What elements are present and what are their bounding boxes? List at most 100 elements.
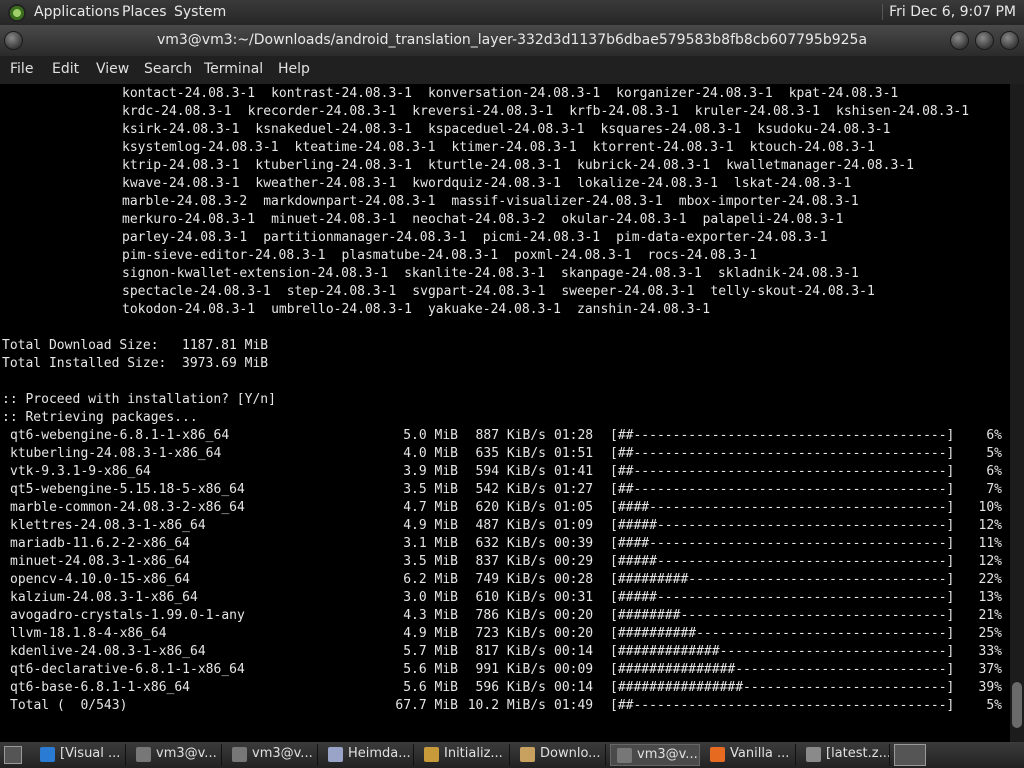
- download-progress-bar: [#####----------------------------------…: [610, 554, 955, 569]
- download-speed: 786 KiB/s: [475, 608, 546, 623]
- terminal-scrollbar[interactable]: [1010, 84, 1024, 742]
- package-name: ksystemlog-24.08.3-1: [122, 140, 279, 155]
- taskbar-button[interactable]: [latest.z...: [800, 744, 890, 766]
- package-name: zanshin-24.08.3-1: [577, 302, 711, 317]
- taskbar-button-label: Heimda...: [348, 746, 411, 761]
- download-size: 3.1 MiB: [403, 536, 458, 551]
- package-name: spectacle-24.08.3-1: [122, 284, 271, 299]
- package-name: plasmatube-24.08.3-1: [341, 248, 499, 263]
- places-menu[interactable]: Places: [122, 4, 167, 20]
- download-progress-bar: [##-------------------------------------…: [610, 428, 955, 443]
- package-line: pim-sieve-editor-24.08.3-1 plasmatube-24.…: [122, 247, 773, 265]
- download-package-name: avogadro-crystals-1.99.0-1-any: [10, 608, 245, 623]
- taskbar-button[interactable]: vm3@v...: [226, 744, 318, 766]
- distro-logo-icon[interactable]: [8, 4, 26, 22]
- menu-search[interactable]: Search: [144, 61, 192, 77]
- package-name: kwave-24.08.3-1: [122, 176, 240, 191]
- terminal-icon: [136, 747, 151, 762]
- download-eta: 00:28: [554, 572, 594, 587]
- download-package-name: kdenlive-24.08.3-1-x86_64: [10, 644, 206, 659]
- taskbar-button-label: vm3@v...: [252, 746, 313, 761]
- retrieving-packages: :: Retrieving packages...: [2, 410, 198, 425]
- taskbar-button[interactable]: [Visual ...: [34, 744, 126, 766]
- minimize-button[interactable]: [950, 31, 969, 50]
- download-percent: 6%: [986, 464, 1002, 479]
- package-name: korganizer-24.08.3-1: [616, 86, 773, 101]
- show-desktop-icon[interactable]: [4, 746, 22, 764]
- download-eta: 00:20: [554, 626, 594, 641]
- package-name: kweather-24.08.3-1: [255, 176, 397, 191]
- clock[interactable]: Fri Dec 6, 9:07 PM: [882, 4, 1024, 20]
- taskbar-button[interactable]: vm3@v...: [610, 744, 700, 766]
- package-line: signon-kwallet-extension-24.08.3-1 skanli…: [122, 265, 875, 283]
- download-percent: 25%: [978, 626, 1002, 641]
- download-progress-bar: [##########-----------------------------…: [610, 626, 955, 641]
- download-package-name: Total ( 0/543): [10, 698, 128, 713]
- download-size: 5.7 MiB: [403, 644, 458, 659]
- terminal-icon: [232, 747, 247, 762]
- download-package-name: qt5-webengine-5.15.18-5-x86_64: [10, 482, 245, 497]
- download-eta: 01:51: [554, 446, 594, 461]
- package-line: parley-24.08.3-1 partitionmanager-24.08.3…: [122, 229, 843, 247]
- menu-terminal[interactable]: Terminal: [204, 61, 263, 77]
- menu-help[interactable]: Help: [278, 61, 310, 77]
- download-size: 67.7 MiB: [395, 698, 458, 713]
- menu-file[interactable]: File: [10, 61, 33, 77]
- download-package-name: llvm-18.1.8-4-x86_64: [10, 626, 167, 641]
- scrollbar-thumb[interactable]: [1012, 682, 1022, 728]
- maximize-button[interactable]: [975, 31, 994, 50]
- download-eta: 01:27: [554, 482, 594, 497]
- package-name: skanlite-24.08.3-1: [404, 266, 545, 281]
- download-speed: 723 KiB/s: [475, 626, 546, 641]
- taskbar-button[interactable]: vm3@v...: [130, 744, 222, 766]
- download-package-name: minuet-24.08.3-1-x86_64: [10, 554, 191, 569]
- download-size: 4.7 MiB: [403, 500, 458, 515]
- download-eta: 00:14: [554, 644, 594, 659]
- download-package-name: ktuberling-24.08.3-1-x86_64: [10, 446, 222, 461]
- download-eta: 00:31: [554, 590, 594, 605]
- taskbar-button[interactable]: Initializ...: [418, 744, 510, 766]
- window-titlebar[interactable]: vm3@vm3:~/Downloads/android_translation_…: [0, 25, 1024, 56]
- terminal-output[interactable]: kontact-24.08.3-1 kontrast-24.08.3-1 konve…: [0, 84, 1010, 742]
- download-progress-bar: [#####----------------------------------…: [610, 590, 955, 605]
- download-package-name: qt6-declarative-6.8.1-1-x86_64: [10, 662, 245, 677]
- package-name: merkuro-24.08.3-1: [122, 212, 256, 227]
- package-name: pim-data-exporter-24.08.3-1: [616, 230, 828, 245]
- folder-icon: [520, 747, 535, 762]
- package-name: skladnik-24.08.3-1: [717, 266, 859, 281]
- package-name: kshisen-24.08.3-1: [836, 104, 970, 119]
- workspace-switcher-icon[interactable]: [894, 744, 926, 766]
- download-package-name: mariadb-11.6.2-2-x86_64: [10, 536, 191, 551]
- package-name: massif-visualizer-24.08.3-1: [451, 194, 663, 209]
- download-percent: 5%: [986, 698, 1002, 713]
- file-manager-icon: [328, 747, 343, 762]
- total-download-size: Total Download Size: 1187.81 MiB: [2, 338, 269, 353]
- menu-view[interactable]: View: [96, 61, 129, 77]
- system-menu[interactable]: System: [174, 4, 226, 20]
- close-button[interactable]: [1000, 31, 1019, 50]
- download-speed: 596 KiB/s: [475, 680, 546, 695]
- taskbar-button[interactable]: Downlo...: [514, 744, 606, 766]
- download-speed: 887 KiB/s: [475, 428, 546, 443]
- package-name: kontrast-24.08.3-1: [271, 86, 412, 101]
- download-progress-bar: [##-------------------------------------…: [610, 464, 955, 479]
- download-package-name: kalzium-24.08.3-1-x86_64: [10, 590, 198, 605]
- download-size: 3.5 MiB: [403, 482, 458, 497]
- applications-menu[interactable]: Applications: [34, 4, 120, 20]
- download-size: 5.6 MiB: [403, 662, 458, 677]
- download-progress-bar: [##-------------------------------------…: [610, 482, 955, 497]
- download-eta: 00:29: [554, 554, 594, 569]
- gimp-icon: [424, 747, 439, 762]
- taskbar-button[interactable]: Heimda...: [322, 744, 414, 766]
- download-eta: 00:09: [554, 662, 594, 677]
- download-speed: 991 KiB/s: [475, 662, 546, 677]
- download-progress-bar: [####-----------------------------------…: [610, 536, 955, 551]
- download-percent: 21%: [978, 608, 1002, 623]
- archive-icon: [806, 747, 821, 762]
- download-percent: 33%: [978, 644, 1002, 659]
- download-progress-bar: [##-------------------------------------…: [610, 698, 955, 713]
- taskbar-button[interactable]: Vanilla ...: [704, 744, 796, 766]
- package-name: minuet-24.08.3-1: [271, 212, 397, 227]
- package-name: partitionmanager-24.08.3-1: [263, 230, 467, 245]
- menu-edit[interactable]: Edit: [52, 61, 79, 77]
